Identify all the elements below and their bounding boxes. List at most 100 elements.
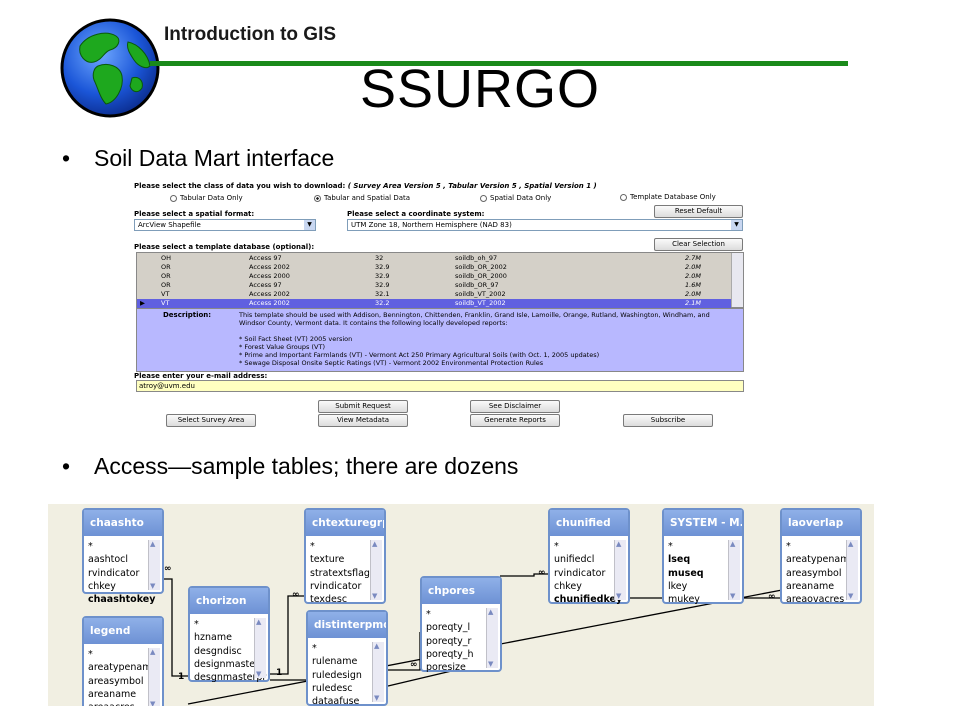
table-scrollbar[interactable] <box>728 540 740 600</box>
template-cell: soildb_oh_97 <box>455 254 498 262</box>
template-cell: 32.9 <box>375 272 390 280</box>
table-title[interactable]: chunified <box>550 510 628 536</box>
template-cell: 32.2 <box>375 299 390 307</box>
table-title[interactable]: legend <box>84 618 162 644</box>
template-cell: soildb_OR_2000 <box>455 272 507 280</box>
coordinate-system-select[interactable]: UTM Zone 18, Northern Hemisphere (NAD 83… <box>347 219 743 231</box>
relationship-many-marker: ∞ <box>164 564 172 574</box>
template-cell: 2.0M <box>685 272 701 280</box>
description-item: * Soil Fact Sheet (VT) 2005 version <box>239 335 353 343</box>
access-table-chunified[interactable]: chunified * unifiedcl rvindicator chkey chuni… <box>548 508 630 605</box>
template-cell: Access 2002 <box>249 263 290 271</box>
table-title[interactable]: SYSTEM - M... <box>664 510 742 536</box>
template-cell: VT <box>161 290 170 298</box>
template-row[interactable]: VT Access 2002 32.1 soildb_VT_2002 2.0M <box>137 290 731 299</box>
chevron-down-icon: ▼ <box>304 220 315 230</box>
relationship-many-marker: ∞ <box>538 568 546 578</box>
submit-request-button[interactable]: Submit Request <box>318 400 408 413</box>
template-row[interactable]: OR Access 97 32.9 soildb_OR_97 1.6M <box>137 281 731 290</box>
access-table-chaashto[interactable]: chaashto * aashtocl rvindicator chkey chaasht… <box>82 508 164 605</box>
bullet-text: Soil Data Mart interface <box>94 145 335 171</box>
table-scrollbar[interactable] <box>148 540 160 590</box>
template-cell: 1.6M <box>685 281 701 289</box>
template-row[interactable]: OH Access 97 32 soildb_oh_97 2.7M <box>137 254 731 263</box>
table-scrollbar[interactable] <box>254 618 266 678</box>
relationship-many-marker: ∞ <box>768 592 776 602</box>
template-row[interactable]: OR Access 2002 32.9 soildb_OR_2002 2.0M <box>137 263 731 272</box>
template-row[interactable]: ▶ VT Access 2002 32.2 soildb_VT_2002 2.1M <box>137 299 731 308</box>
coordinate-system-label: Please select a coordinate system: <box>347 210 485 218</box>
table-scrollbar[interactable] <box>370 540 382 600</box>
template-cell: 32.1 <box>375 290 390 298</box>
radio-tabular-only[interactable]: Tabular Data Only <box>170 194 243 202</box>
relationship-many-marker: ∞ <box>410 660 418 670</box>
description-label: Description: <box>163 311 212 319</box>
view-metadata-button[interactable]: View Metadata <box>318 414 408 427</box>
template-cell: Access 97 <box>249 254 282 262</box>
table-scrollbar[interactable] <box>372 642 384 702</box>
template-label: Please select a template database (optio… <box>134 243 315 251</box>
slide-title: SSURGO <box>359 59 601 119</box>
template-cell: Access 2000 <box>249 272 290 280</box>
spatial-format-select[interactable]: ArcView Shapefile ▼ <box>134 219 316 231</box>
email-input[interactable]: atroy@uvm.edu <box>136 380 744 392</box>
grid-scrollbar[interactable] <box>731 253 743 307</box>
table-scrollbar[interactable] <box>486 608 498 668</box>
template-cell: 32 <box>375 254 384 262</box>
template-cell: Access 2002 <box>249 299 290 307</box>
relationship-one-marker: 1 <box>178 672 185 682</box>
table-title[interactable]: chaashto <box>84 510 162 536</box>
bullet-dot: • <box>62 145 71 171</box>
table-title[interactable]: chorizon <box>190 588 268 614</box>
access-table-system[interactable]: SYSTEM - M...*lseqmuseqlkeymukey <box>662 508 744 605</box>
radio-spatial-only[interactable]: Spatial Data Only <box>480 194 551 202</box>
table-scrollbar[interactable] <box>614 540 626 600</box>
template-cell: OH <box>161 254 172 262</box>
table-scrollbar[interactable] <box>148 648 160 706</box>
radio-icon <box>170 194 177 202</box>
access-table-distinterpmd[interactable]: distinterpmd * rulename ruledesign ruledesc d… <box>306 610 388 706</box>
email-label: Please enter your e-mail address: <box>134 372 268 380</box>
template-cell: OR <box>161 281 171 289</box>
access-table-chorizon[interactable]: chorizon * hzname desgndisc designmaster desg… <box>188 586 270 683</box>
description-item: * Sewage Disposal Onsite Septic Ratings … <box>239 359 544 367</box>
radio-selected-icon <box>314 194 321 202</box>
radio-icon <box>620 193 627 201</box>
access-table-laoverlap[interactable]: laoverlap * areatypename areasymbol areaname… <box>780 508 862 605</box>
select-survey-area-button[interactable]: Select Survey Area <box>166 414 256 427</box>
table-title[interactable]: distinterpmd <box>308 612 386 638</box>
course-label: Introduction to GIS <box>164 24 337 45</box>
soil-data-mart-screenshot: Please select the class of data you wish… <box>128 178 754 440</box>
template-cell: OR <box>161 263 171 271</box>
template-cell: soildb_VT_2002 <box>455 290 506 298</box>
row-selector-icon: ▶ <box>140 299 145 307</box>
spatial-format-label: Please select a spatial format: <box>134 210 255 218</box>
template-cell: 2.0M <box>685 290 701 298</box>
table-title[interactable]: chpores <box>422 578 500 604</box>
generate-reports-button[interactable]: Generate Reports <box>470 414 560 427</box>
template-row[interactable]: OR Access 2000 32.9 soildb_OR_2000 2.0M <box>137 272 731 281</box>
template-cell: 2.7M <box>685 254 701 262</box>
relationship-many-marker: ∞ <box>292 590 300 600</box>
radio-tabular-spatial[interactable]: Tabular and Spatial Data <box>314 194 410 202</box>
see-disclaimer-button[interactable]: See Disclaimer <box>470 400 560 413</box>
radio-template-only[interactable]: Template Database Only <box>620 193 716 201</box>
subscribe-button[interactable]: Subscribe <box>623 414 713 427</box>
template-database-grid[interactable]: OH Access 97 32 soildb_oh_97 2.7M OR Access 20… <box>136 252 744 308</box>
chevron-down-icon: ▼ <box>731 220 742 230</box>
access-table-chpores[interactable]: chpores * poreqty_l poreqty_r poreqty_h pores… <box>420 576 502 673</box>
template-cell: 2.0M <box>685 263 701 271</box>
table-field: chaashtokey <box>88 594 156 606</box>
access-table-chtexturegrp[interactable]: chtexturegrp * texture stratextsflag rvindic… <box>304 508 386 605</box>
template-cell: Access 2002 <box>249 290 290 298</box>
template-cell: Access 97 <box>249 281 282 289</box>
template-cell: VT <box>161 299 170 307</box>
table-title[interactable]: laoverlap <box>782 510 860 536</box>
template-cell: 32.9 <box>375 281 390 289</box>
reset-default-button[interactable]: Reset Default <box>654 205 743 218</box>
table-title[interactable]: chtexturegrp <box>306 510 384 536</box>
template-cell: soildb_OR_97 <box>455 281 499 289</box>
clear-selection-button[interactable]: Clear Selection <box>654 238 743 251</box>
table-scrollbar[interactable] <box>846 540 858 600</box>
access-table-legend[interactable]: legend*areatypenameareasymbolareanameare… <box>82 616 164 706</box>
